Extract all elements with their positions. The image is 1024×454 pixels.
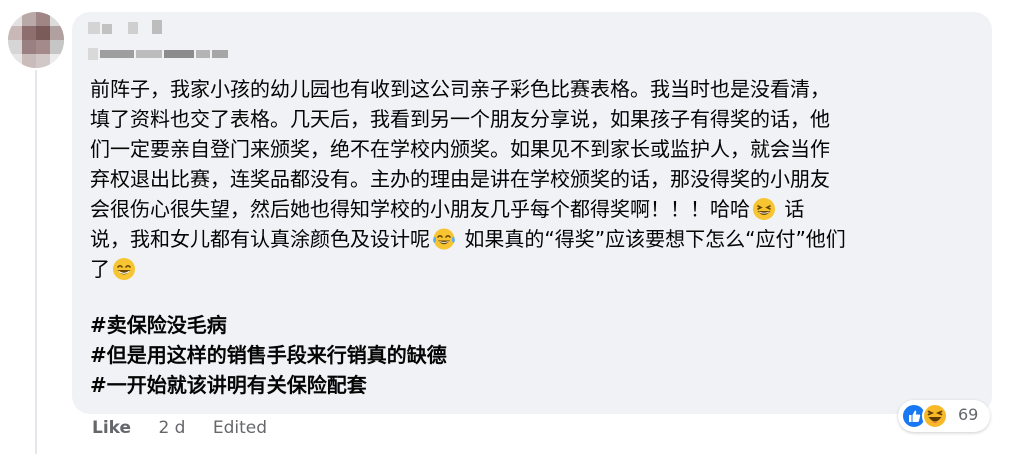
haha-reaction-icon (922, 403, 948, 429)
avatar[interactable] (8, 12, 64, 68)
hashtag-link[interactable]: #卖保险没毛病 (90, 310, 447, 340)
comment-line: 填了资料也交了表格。几天后，我看到另一个朋友分享说，如果孩子有得奖的话，他 (90, 107, 830, 131)
edited-label: Edited (212, 418, 268, 438)
comment-line: 们一定要亲自登门来颁奖，绝不在学校内颁奖。如果见不到家长或监护人，就会当作 (90, 137, 830, 161)
comment-line: 会很伤心很失望，然后她也得知学校的小朋友几乎每个都得奖啊！！！哈哈 话 (90, 194, 980, 224)
thread-line (35, 70, 37, 454)
grinning-squint-emoji (753, 198, 775, 220)
comment-body: 前阵子，我家小孩的幼儿园也有收到这公司亲子彩色比赛表格。我当时也是没看清， 填了… (90, 74, 980, 284)
comment-line: 说，我和女儿都有认真涂颜色及设计呢 如果真的“得奖”应该要想下怎么“应付”他们 (90, 224, 980, 254)
comment-line: 弃权退出比赛，连奖品都没有。主办的理由是讲在学校颁奖的话，那没得奖的小朋友 (90, 167, 830, 191)
reaction-count: 69 (958, 405, 979, 424)
comment-text-segment: 话 (784, 197, 805, 221)
comment-text-segment: 如果真的“得奖”应该要想下怎么“应付”他们 (464, 227, 846, 251)
comment-text-segment: 了 (90, 257, 110, 281)
hashtag-link[interactable]: #一开始就该讲明有关保险配套 (90, 370, 447, 400)
comment-actions: Like 2 d Edited (92, 418, 267, 438)
like-button[interactable]: Like (92, 418, 131, 438)
comment-text-segment: 会很伤心很失望，然后她也得知学校的小朋友几乎每个都得奖啊！！！哈哈 (90, 197, 750, 221)
beaming-grin-emoji (113, 258, 135, 280)
tears-of-joy-emoji (433, 228, 455, 250)
comment-page: 前阵子，我家小孩的幼儿园也有收到这公司亲子彩色比赛表格。我当时也是没看清， 填了… (0, 0, 1024, 454)
hashtag-link[interactable]: #但是用这样的销售手段来行销真的缺德 (90, 340, 447, 370)
comment-text-segment: 说，我和女儿都有认真涂颜色及设计呢 (90, 227, 430, 251)
comment-line: 了 (90, 254, 980, 284)
timestamp-link[interactable]: 2 d (158, 418, 185, 438)
author-name-blurred[interactable] (88, 20, 238, 64)
reactions-summary[interactable]: 69 (898, 400, 990, 432)
comment-line: 前阵子，我家小孩的幼儿园也有收到这公司亲子彩色比赛表格。我当时也是没看清， (90, 77, 830, 101)
hashtag-list: #卖保险没毛病 #但是用这样的销售手段来行销真的缺德 #一开始就该讲明有关保险配… (90, 310, 447, 400)
